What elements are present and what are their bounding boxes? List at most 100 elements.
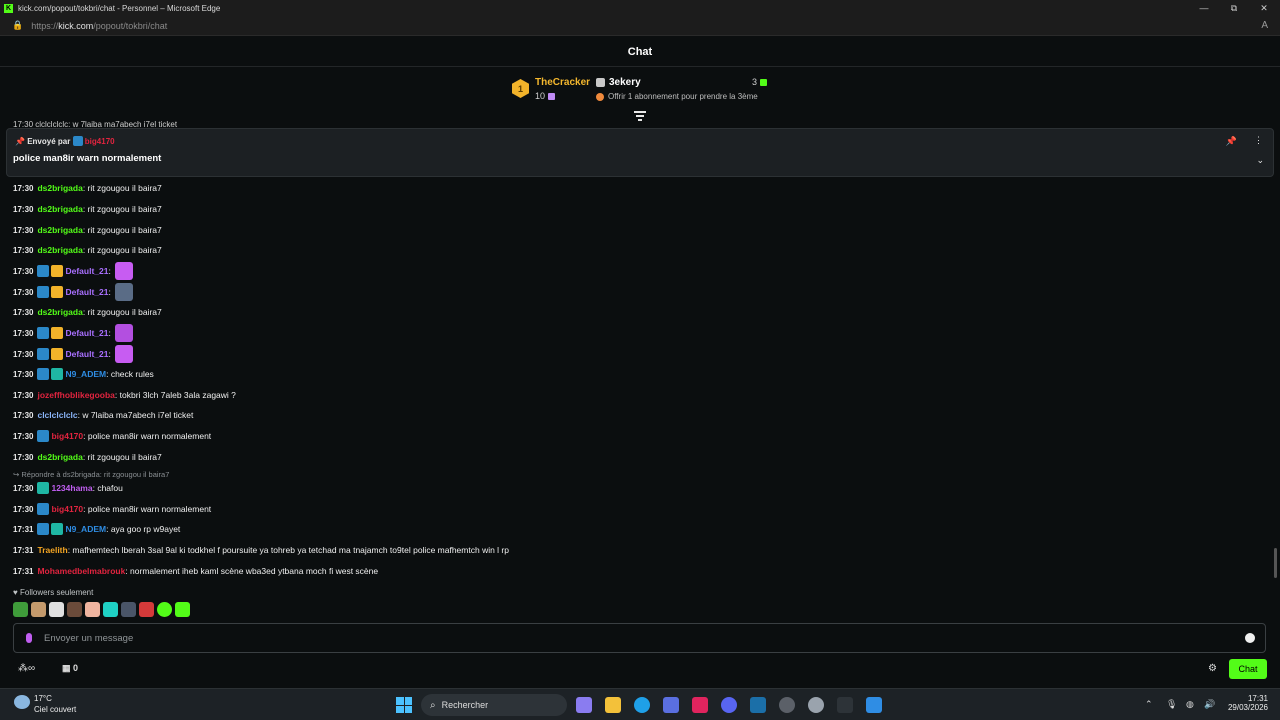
minimize-button[interactable]: — [1188, 0, 1220, 16]
chat-message[interactable]: 17:30 ds2brigada: rit zgougou il baira7 [13, 450, 162, 464]
message-username[interactable]: ds2brigada [37, 452, 82, 462]
pinned-author[interactable]: big4170 [85, 137, 115, 146]
chat-message[interactable]: 17:30 1234hama: chafou [13, 481, 123, 495]
message-text: : [108, 349, 111, 359]
emote-icon[interactable] [13, 602, 28, 617]
quick-emote-bar [13, 602, 190, 618]
message-username[interactable]: Default_21 [65, 328, 108, 338]
message-username[interactable]: jozeffhoblikegooba [37, 390, 114, 400]
network-icon[interactable]: ◍ [1186, 699, 1194, 710]
message-username[interactable]: Default_21 [65, 349, 108, 359]
message-time: 17:30 [13, 369, 34, 379]
chat-message[interactable]: 17:30 Default_21: [13, 283, 133, 301]
emoji-picker-icon[interactable] [1245, 633, 1255, 643]
message-username[interactable]: N9_ADEM [65, 524, 106, 534]
emote-icon[interactable] [85, 602, 100, 617]
message-input-box[interactable] [13, 623, 1266, 653]
send-chat-button[interactable]: Chat [1229, 659, 1267, 679]
message-text: : rit zgougou il baira7 [82, 225, 162, 235]
discord-icon[interactable] [721, 697, 737, 713]
photos-icon[interactable] [866, 697, 882, 713]
emote-icon[interactable] [139, 602, 154, 617]
more-options-icon[interactable]: ⋮ [1254, 135, 1263, 146]
restore-button[interactable]: ⧉ [1218, 0, 1250, 16]
emote-icon[interactable] [49, 602, 64, 617]
chat-message[interactable]: 17:31 N9_ADEM: aya goo rp w9ayet [13, 522, 180, 536]
chat-message[interactable]: 17:30 N9_ADEM: check rules [13, 367, 154, 381]
system-clock[interactable]: 17:31 29/03/2026 [1226, 694, 1268, 712]
message-username[interactable]: big4170 [51, 504, 83, 514]
message-username[interactable]: ds2brigada [37, 225, 82, 235]
message-time: 17:30 [13, 390, 34, 400]
offer-sub-link[interactable]: Offrir 1 abonnement pour prendre la 3ème [608, 92, 758, 101]
chat-message[interactable]: 17:31 Mohamedbelmabrouk: normalement iheb… [13, 564, 378, 578]
unpin-icon[interactable]: 📌 [1226, 136, 1237, 147]
app-icon[interactable] [837, 697, 853, 713]
chat-title: Chat [0, 37, 1280, 67]
chat-message[interactable]: 17:30 clclclclclc: w 7laiba ma7abech i7el… [13, 408, 193, 422]
message-username[interactable]: ds2brigada [37, 307, 82, 317]
message-username[interactable]: clclclclclc [37, 410, 77, 420]
gear-icon[interactable]: ⚙ [1208, 663, 1217, 674]
emote-icon[interactable] [157, 602, 172, 617]
pinned-message[interactable]: 📌 Envoyé par big4170 police man8ir warn … [6, 128, 1274, 177]
pinned-sent-by: Envoyé par [27, 137, 71, 146]
address-bar[interactable]: 🔒 https://kick.com/popout/tokbri/chat A [0, 16, 1280, 36]
app-icon[interactable] [692, 697, 708, 713]
chevron-down-icon[interactable]: ⌄ [1256, 155, 1264, 166]
leaderboard-first-name[interactable]: TheCracker [535, 77, 590, 88]
windows-start-icon[interactable] [396, 697, 412, 713]
reader-mode-icon[interactable]: A [1261, 20, 1268, 31]
message-time: 17:30 [13, 483, 34, 493]
channel-points-icon[interactable]: ⁂∞ [18, 663, 35, 674]
chat-message[interactable]: 17:30 ds2brigada: rit zgougou il baira7 [13, 202, 162, 216]
message-username[interactable]: N9_ADEM [65, 369, 106, 379]
chat-message[interactable]: 17:30 jozeffhoblikegooba: tokbri 3lch 7al… [13, 388, 236, 402]
taskbar-search[interactable]: ⌕ Rechercher [421, 694, 567, 716]
edge-icon[interactable] [634, 697, 650, 713]
message-username[interactable]: Traelith [37, 545, 67, 555]
close-window-button[interactable]: ✕ [1248, 0, 1280, 16]
filter-icon[interactable] [634, 111, 646, 121]
subscriber-badge-icon [51, 523, 64, 535]
chat-message[interactable]: 17:30 ds2brigada: rit zgougou il baira7 [13, 305, 162, 319]
message-username[interactable]: Default_21 [65, 266, 108, 276]
chat-message[interactable]: 17:30 ds2brigada: rit zgougou il baira7 [13, 181, 162, 195]
points-count[interactable]: ▦ 0 [62, 663, 78, 674]
message-username[interactable]: 1234hama [51, 483, 92, 493]
emote-icon[interactable] [103, 602, 118, 617]
chat-message[interactable]: 17:30 Default_21: [13, 345, 133, 363]
leaderboard-second-name[interactable]: 3ekery [609, 77, 641, 88]
message-input[interactable] [44, 632, 1245, 644]
chat-message[interactable]: 17:30 big4170: police man8ir warn normale… [13, 502, 211, 516]
message-username[interactable]: Default_21 [65, 287, 108, 297]
message-username[interactable]: Mohamedbelmabrouk [37, 566, 125, 576]
message-username[interactable]: ds2brigada [37, 183, 82, 193]
message-username[interactable]: ds2brigada [37, 204, 82, 214]
chat-message[interactable]: 17:30 ds2brigada: rit zgougou il baira7 [13, 223, 162, 237]
chat-message[interactable]: 17:30 Default_21: [13, 324, 133, 342]
moderator-badge-icon [37, 503, 50, 515]
message-username[interactable]: ds2brigada [37, 245, 82, 255]
store-icon[interactable] [663, 697, 679, 713]
message-username[interactable]: big4170 [51, 431, 83, 441]
copilot-icon[interactable] [576, 697, 592, 713]
chat-message[interactable]: 17:31 Traelith: mafhemtech lberah 3sal 9a… [13, 543, 509, 557]
chat-scrollbar[interactable] [1274, 548, 1277, 578]
app-icon[interactable] [779, 697, 795, 713]
chat-message[interactable]: 17:30 Default_21: [13, 262, 133, 280]
chat-message[interactable]: 17:30 ds2brigada: rit zgougou il baira7 [13, 243, 162, 257]
emote-icon[interactable] [121, 602, 136, 617]
steam-icon[interactable] [750, 697, 766, 713]
emote-icon[interactable] [175, 602, 190, 617]
emote-icon[interactable] [31, 602, 46, 617]
chat-message[interactable]: 17:30 big4170: police man8ir warn normale… [13, 429, 211, 443]
chevron-up-icon[interactable]: ⌃ [1145, 699, 1153, 710]
microphone-icon[interactable] [26, 633, 32, 643]
settings-icon[interactable] [808, 697, 824, 713]
emote-icon[interactable] [67, 602, 82, 617]
clock-time: 17:31 [1247, 694, 1268, 703]
file-explorer-icon[interactable] [605, 697, 621, 713]
microphone-tray-icon[interactable]: 🎙 [1166, 699, 1177, 710]
volume-icon[interactable]: 🔊 [1204, 699, 1215, 710]
